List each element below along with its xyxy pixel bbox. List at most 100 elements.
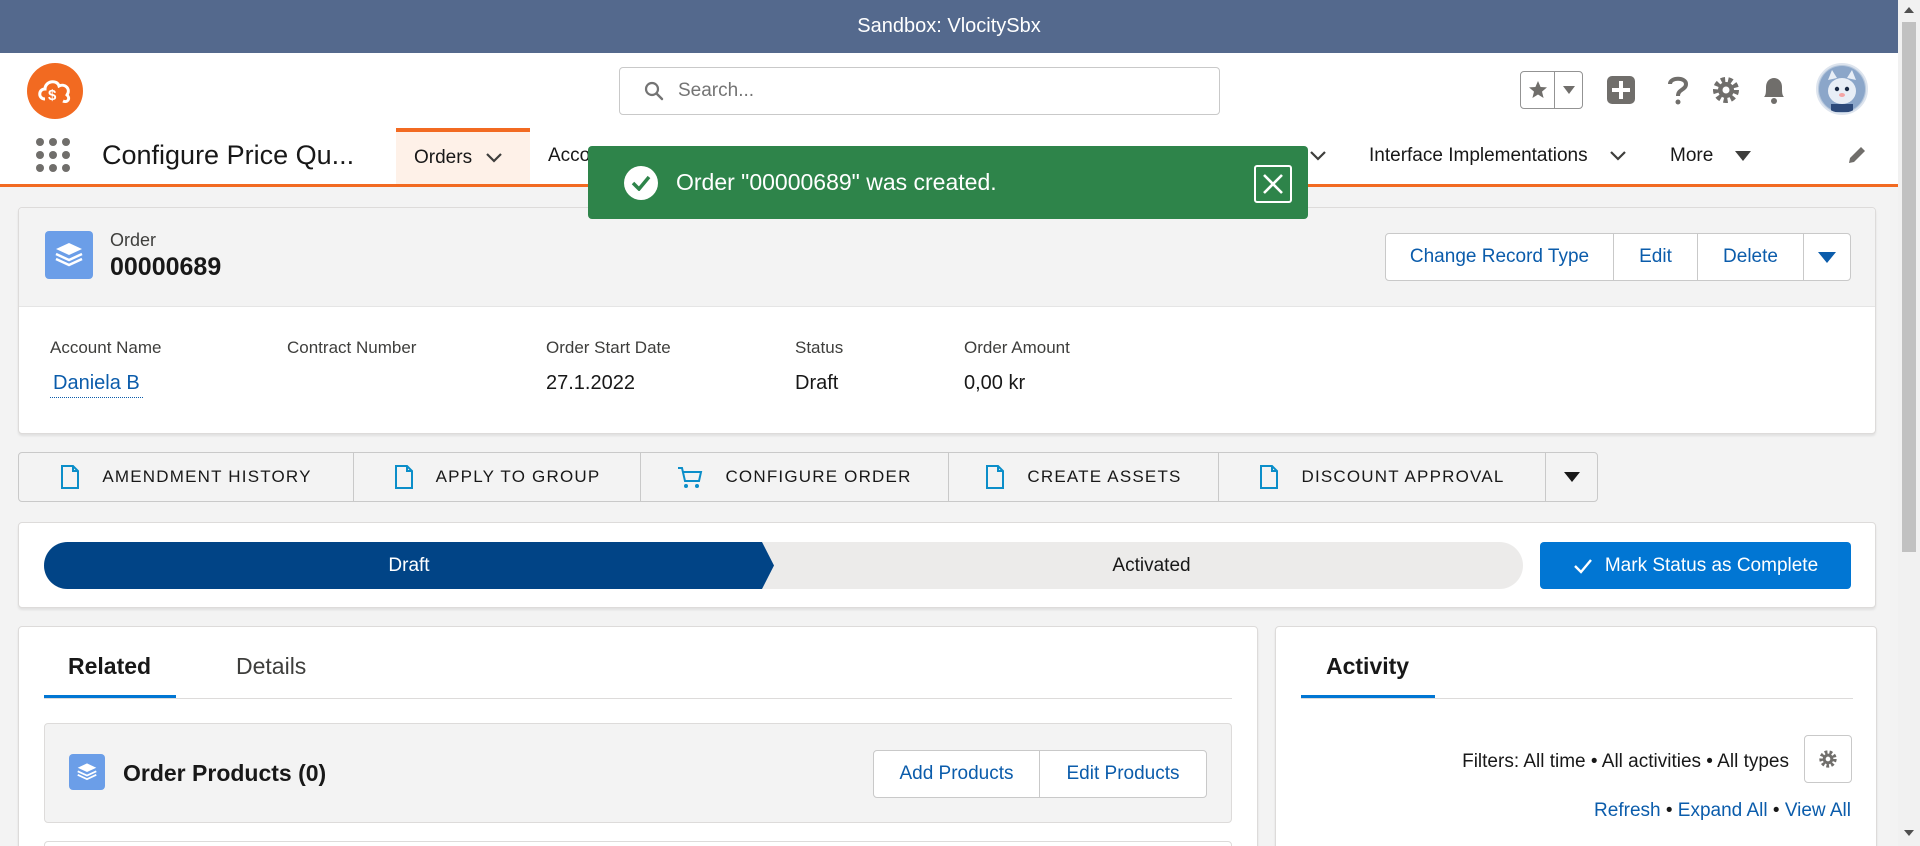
activity-links: Refresh • Expand All • View All	[1594, 800, 1851, 822]
action-label: CONFIGURE ORDER	[725, 467, 912, 486]
tab-divider	[1301, 698, 1853, 699]
document-icon	[61, 465, 80, 489]
record-title: 00000689	[110, 253, 222, 281]
order-products-icon	[69, 754, 105, 790]
edit-nav-pencil-icon[interactable]	[1846, 144, 1868, 171]
action-label: DISCOUNT APPROVAL	[1301, 467, 1505, 486]
success-check-icon	[624, 165, 658, 200]
nav-tab-accounts[interactable]: Acco	[548, 128, 590, 184]
separator: •	[1665, 800, 1673, 821]
action-label: APPLY TO GROUP	[435, 467, 601, 486]
app-logo-icon[interactable]: $	[27, 63, 83, 119]
search-placeholder: Search...	[678, 80, 755, 101]
scroll-down-arrow-icon[interactable]	[1904, 830, 1914, 836]
favorites-button-group	[1520, 71, 1583, 109]
favorite-star-icon[interactable]	[1521, 72, 1555, 108]
toast-message: Order "00000689" was created.	[676, 169, 997, 195]
chevron-down-icon[interactable]	[1310, 151, 1326, 161]
activity-filter-gear-icon[interactable]	[1804, 735, 1852, 783]
nav-tab-chevron[interactable]	[1310, 128, 1326, 184]
field-value: 0,00 kr	[964, 372, 1026, 394]
separator: •	[1772, 800, 1780, 821]
more-actions-dropdown-icon[interactable]	[1804, 234, 1850, 280]
record-header-card: Order 00000689 Change Record Type Edit D…	[18, 207, 1876, 434]
user-avatar[interactable]	[1816, 63, 1868, 115]
nav-tab-label: Acco	[548, 145, 591, 166]
apply-to-group-button[interactable]: APPLY TO GROUP	[354, 453, 641, 501]
order-object-icon	[45, 231, 93, 279]
create-assets-button[interactable]: CREATE ASSETS	[949, 453, 1219, 501]
scrollbar-thumb[interactable]	[1902, 22, 1916, 552]
document-icon	[394, 465, 413, 489]
toast-close-icon[interactable]	[1254, 165, 1292, 203]
tab-details[interactable]: Details	[236, 653, 306, 680]
activity-card: Activity Filters: All time • All activit…	[1275, 626, 1877, 846]
document-icon	[986, 465, 1005, 489]
quick-actions-bar: AMENDMENT HISTORY APPLY TO GROUP CONFIGU…	[18, 452, 1598, 502]
related-details-card: Related Details Order Products (0) Add P…	[18, 626, 1258, 846]
caret-down-icon	[1735, 151, 1752, 161]
refresh-link[interactable]: Refresh	[1594, 800, 1661, 821]
app-name: Configure Price Qu...	[102, 140, 355, 170]
nav-more-label: More	[1670, 145, 1714, 166]
view-all-link[interactable]: View All	[1785, 800, 1851, 821]
setup-gear-icon[interactable]	[1708, 72, 1744, 108]
edit-button[interactable]: Edit	[1614, 234, 1698, 280]
add-products-button[interactable]: Add Products	[874, 751, 1040, 797]
shopping-cart-icon	[678, 467, 703, 488]
status-path: Draft Activated	[44, 542, 1523, 589]
change-record-type-button[interactable]: Change Record Type	[1386, 234, 1614, 280]
checkmark-icon	[1573, 558, 1592, 574]
document-icon	[1260, 465, 1279, 489]
more-actions-caret-icon[interactable]	[1546, 453, 1597, 501]
notifications-bell-icon[interactable]	[1756, 72, 1792, 108]
expand-all-link[interactable]: Expand All	[1678, 800, 1768, 821]
chevron-down-icon[interactable]	[486, 153, 502, 163]
tab-related[interactable]: Related	[68, 653, 151, 680]
mark-status-complete-button[interactable]: Mark Status as Complete	[1540, 542, 1851, 589]
scroll-up-arrow-icon[interactable]	[1904, 7, 1914, 13]
nav-tab-orders[interactable]: Orders	[396, 128, 530, 184]
amendment-history-button[interactable]: AMENDMENT HISTORY	[19, 453, 354, 501]
record-actions-button-group: Change Record Type Edit Delete	[1385, 233, 1851, 281]
chevron-down-icon[interactable]	[1609, 151, 1626, 161]
status-path-card: Draft Activated Mark Status as Complete	[18, 522, 1876, 608]
action-label: AMENDMENT HISTORY	[102, 467, 312, 486]
path-step-activated[interactable]: Activated	[780, 542, 1523, 589]
field-label: Contract Number	[287, 338, 417, 357]
global-search-input[interactable]: Search...	[619, 67, 1220, 115]
favorites-dropdown-icon[interactable]	[1555, 72, 1582, 108]
help-icon[interactable]	[1660, 72, 1696, 108]
sandbox-banner: Sandbox: VlocitySbx	[0, 0, 1898, 53]
field-label: Account Name	[50, 338, 162, 357]
record-tabs: Related Details	[44, 627, 1232, 699]
search-icon	[644, 81, 664, 101]
order-products-related-list: Order Products (0) Add Products Edit Pro…	[44, 723, 1232, 823]
global-create-icon[interactable]	[1603, 72, 1639, 108]
account-name-link[interactable]: Daniela B	[50, 372, 143, 398]
nav-tab-interface-implementations[interactable]: Interface Implementations	[1369, 128, 1626, 184]
global-header: $ Search...	[0, 53, 1898, 128]
tab-activity[interactable]: Activity	[1326, 653, 1409, 680]
page-scrollbar[interactable]	[1898, 0, 1920, 846]
app-launcher-icon[interactable]	[36, 138, 70, 172]
field-value: 27.1.2022	[546, 372, 635, 394]
nav-more-menu[interactable]: More	[1670, 128, 1752, 184]
action-label: CREATE ASSETS	[1027, 467, 1182, 486]
success-toast: Order "00000689" was created.	[588, 146, 1308, 219]
highlight-field-account-name: Account Name Daniela B	[50, 338, 162, 398]
highlight-field-order-start-date: Order Start Date 27.1.2022	[546, 338, 671, 395]
activity-filters-text: Filters: All time • All activities • All…	[1462, 751, 1789, 772]
mark-button-label: Mark Status as Complete	[1604, 554, 1819, 576]
highlight-field-order-amount: Order Amount 0,00 kr	[964, 338, 1070, 395]
path-step-draft[interactable]: Draft	[44, 542, 774, 589]
related-list-title[interactable]: Order Products (0)	[123, 760, 326, 787]
configure-order-button[interactable]: CONFIGURE ORDER	[641, 453, 949, 501]
field-value: Draft	[795, 372, 839, 394]
discount-approval-button[interactable]: DISCOUNT APPROVAL	[1219, 453, 1546, 501]
highlight-field-contract-number: Contract Number	[287, 338, 416, 372]
delete-button[interactable]: Delete	[1698, 234, 1804, 280]
object-type-label: Order	[110, 230, 157, 250]
edit-products-button[interactable]: Edit Products	[1040, 751, 1206, 797]
nav-tab-label: Orders	[414, 147, 473, 168]
